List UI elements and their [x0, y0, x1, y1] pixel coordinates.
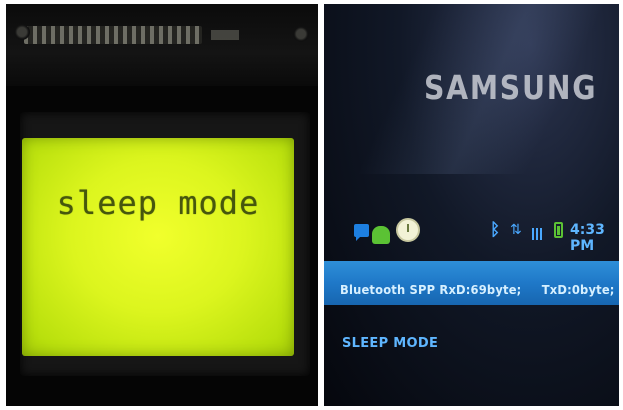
pin-header: [24, 26, 202, 44]
lcd-screen: [22, 138, 294, 356]
message-icon: [354, 224, 369, 241]
phone-photo: SAMSUNG ᛒ ⇅ 4:33 PM Bluetooth SPP RxD:69…: [324, 4, 619, 406]
bluetooth-icon: ᛒ: [490, 220, 501, 240]
battery-icon: [554, 222, 563, 238]
mount-hole-icon: [293, 26, 309, 42]
mode-text: SLEEP MODE: [342, 336, 439, 351]
lcd-pcb: [6, 4, 318, 86]
mount-hole-icon: [14, 24, 30, 40]
network-icon: ⇅: [510, 222, 522, 238]
android-icon: [372, 226, 390, 244]
notification-text: Bluetooth SPP RxD:69byte; TxD:0byte;: [340, 282, 615, 297]
samsung-logo: SAMSUNG: [424, 68, 598, 107]
status-bar: ᛒ ⇅ 4:33 PM: [324, 216, 619, 254]
rx-text: Bluetooth SPP RxD:69byte;: [340, 282, 522, 297]
tx-text: TxD:0byte;: [541, 282, 615, 297]
pin-pad: [211, 30, 239, 40]
clock-icon: [396, 218, 420, 242]
lcd-display-text: sleep mode: [56, 184, 260, 222]
signal-icon: [532, 228, 542, 240]
status-time: 4:33 PM: [570, 222, 605, 254]
